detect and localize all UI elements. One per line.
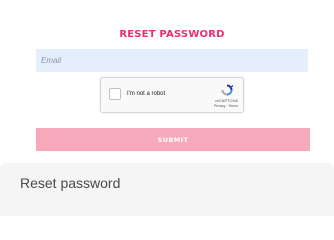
recaptcha-links: Privacy - Terms — [214, 104, 238, 108]
footer-bar: Reset password — [0, 163, 334, 216]
footer-caption: Reset password — [20, 175, 121, 191]
recaptcha-brand: reCAPTCHA — [215, 98, 238, 103]
recaptcha-label: I'm not a robot — [127, 91, 166, 97]
recaptcha-widget: I'm not a robot reCAPTCHA Privacy - Term… — [100, 77, 244, 113]
reset-password-page: RESET PASSWORD I'm not a robot reCAPTCHA… — [0, 0, 334, 216]
email-field[interactable] — [36, 49, 308, 72]
terms-link[interactable]: Terms — [228, 104, 238, 108]
recaptcha-checkbox[interactable] — [109, 88, 121, 100]
page-title: RESET PASSWORD — [119, 29, 225, 40]
privacy-link[interactable]: Privacy — [214, 104, 225, 108]
recaptcha-logo-icon — [221, 84, 233, 96]
submit-button[interactable]: SUBMIT — [36, 128, 310, 151]
